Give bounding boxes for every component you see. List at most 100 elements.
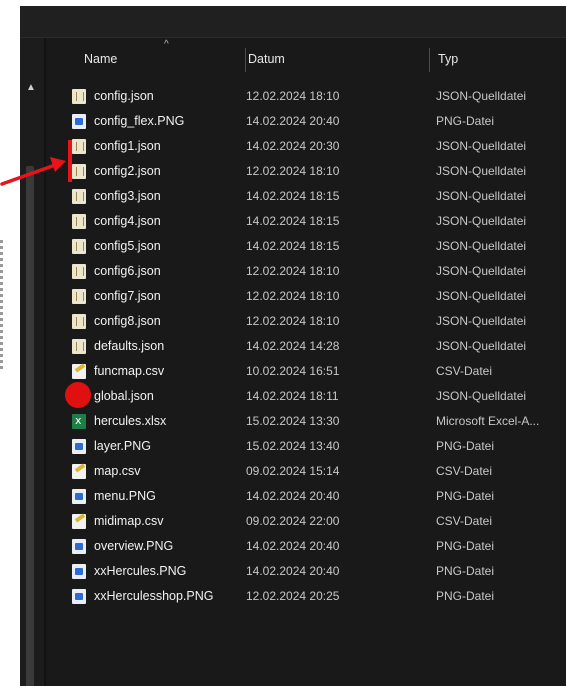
file-type: CSV-Datei — [436, 364, 493, 378]
png-file-icon — [72, 564, 86, 579]
file-row[interactable]: config.json 12.02.2024 18:10 JSON-Quelldat… — [46, 84, 566, 109]
dashed-border-fragment — [0, 240, 3, 370]
json-file-icon — [72, 314, 86, 329]
file-type: JSON-Quelldatei — [436, 214, 527, 228]
file-type: JSON-Quelldatei — [436, 389, 527, 403]
json-file-icon — [72, 189, 86, 204]
file-name: funcmap.csv — [94, 364, 165, 378]
file-date: 14.02.2024 18:11 — [246, 389, 339, 403]
title-bar — [20, 6, 566, 38]
file-type: JSON-Quelldatei — [436, 264, 527, 278]
file-name: config6.json — [94, 264, 161, 278]
file-row[interactable]: config4.json 14.02.2024 18:15 JSON-Quellda… — [46, 209, 566, 234]
file-name: layer.PNG — [94, 439, 151, 453]
excel-file-icon — [72, 414, 86, 429]
file-row[interactable]: config8.json 12.02.2024 18:10 JSON-Quellda… — [46, 309, 566, 334]
file-row[interactable]: config6.json 12.02.2024 18:10 JSON-Quellda… — [46, 259, 566, 284]
file-row[interactable]: layer.PNG 15.02.2024 13:40 PNG-Datei — [46, 434, 566, 459]
json-file-icon — [72, 239, 86, 254]
file-name: config5.json — [94, 239, 161, 253]
file-type: JSON-Quelldatei — [436, 314, 527, 328]
file-row[interactable]: xxHercules.PNG 14.02.2024 20:40 PNG-Datei — [46, 559, 566, 584]
png-file-icon — [72, 114, 86, 129]
file-date: 14.02.2024 20:40 — [246, 114, 340, 128]
json-file-icon — [72, 289, 86, 304]
file-date: 14.02.2024 14:28 — [246, 339, 340, 353]
navigation-pane[interactable]: ▲ — [20, 38, 44, 686]
file-name: overview.PNG — [94, 539, 174, 553]
file-type: PNG-Datei — [436, 489, 495, 503]
file-date: 12.02.2024 18:10 — [246, 89, 340, 103]
file-row[interactable]: config7.json 12.02.2024 18:10 JSON-Quellda… — [46, 284, 566, 309]
file-row[interactable]: midimap.csv 09.02.2024 22:00 CSV-Datei — [46, 509, 566, 534]
file-name: xxHerculesshop.PNG — [94, 589, 214, 603]
file-date: 14.02.2024 20:30 — [246, 139, 340, 153]
file-type: CSV-Datei — [436, 514, 493, 528]
png-file-icon — [72, 439, 86, 454]
file-date: 15.02.2024 13:40 — [246, 439, 340, 453]
file-type: JSON-Quelldatei — [436, 339, 527, 353]
file-row[interactable]: config3.json 14.02.2024 18:15 JSON-Quellda… — [46, 184, 566, 209]
file-date: 12.02.2024 18:10 — [246, 289, 340, 303]
file-date: 12.02.2024 18:10 — [246, 164, 340, 178]
file-date: 15.02.2024 13:30 — [246, 414, 340, 428]
file-name: map.csv — [94, 464, 141, 478]
file-row[interactable]: defaults.json 14.02.2024 14:28 JSON-Quelld… — [46, 334, 566, 359]
file-row[interactable]: hercules.xlsx 15.02.2024 13:30 Microsoft E… — [46, 409, 566, 434]
png-file-icon — [72, 589, 86, 604]
file-name: config3.json — [94, 189, 161, 203]
file-date: 10.02.2024 16:51 — [246, 364, 340, 378]
file-type: JSON-Quelldatei — [436, 189, 527, 203]
file-type: JSON-Quelldatei — [436, 239, 527, 253]
file-type: PNG-Datei — [436, 439, 495, 453]
file-type: JSON-Quelldatei — [436, 164, 527, 178]
json-file-icon — [72, 89, 86, 104]
file-row[interactable]: config_flex.PNG 14.02.2024 20:40 PNG-Datei — [46, 109, 566, 134]
json-file-icon — [72, 264, 86, 279]
file-type: Microsoft Excel-A... — [436, 414, 540, 428]
column-header-type[interactable]: Typ — [436, 42, 566, 76]
file-date: 14.02.2024 18:15 — [246, 239, 340, 253]
file-name: menu.PNG — [94, 489, 156, 503]
column-header-name[interactable]: Name ^ — [66, 39, 246, 76]
file-row[interactable]: funcmap.csv 10.02.2024 16:51 CSV-Datei — [46, 359, 566, 384]
file-date: 14.02.2024 18:15 — [246, 214, 340, 228]
file-row[interactable]: map.csv 09.02.2024 15:14 CSV-Datei — [46, 459, 566, 484]
file-explorer-window: ▲ Name ^ Datum Typ config.json 12.02.2024… — [20, 6, 566, 686]
column-header-date-label: Datum — [248, 52, 285, 66]
file-type: JSON-Quelldatei — [436, 289, 527, 303]
file-type: PNG-Datei — [436, 564, 495, 578]
file-name: config1.json — [94, 139, 161, 153]
json-file-icon — [72, 339, 86, 354]
file-date: 14.02.2024 20:40 — [246, 489, 340, 503]
annotation-marker-bar — [68, 140, 72, 182]
file-name: config4.json — [94, 214, 161, 228]
file-row[interactable]: xxHerculesshop.PNG 12.02.2024 20:25 PNG-Da… — [46, 584, 566, 609]
png-file-icon — [72, 539, 86, 554]
file-name: config2.json — [94, 164, 161, 178]
file-name: config.json — [94, 89, 154, 103]
file-row[interactable]: config2.json 12.02.2024 18:10 JSON-Quellda… — [46, 159, 566, 184]
file-row[interactable]: overview.PNG 14.02.2024 20:40 PNG-Datei — [46, 534, 566, 559]
column-header-date[interactable]: Datum — [246, 42, 436, 76]
file-row[interactable]: global.json 14.02.2024 18:11 JSON-Quelldat… — [46, 384, 566, 409]
column-header-type-label: Typ — [438, 52, 459, 66]
file-date: 12.02.2024 18:10 — [246, 314, 340, 328]
column-separator[interactable] — [429, 48, 430, 72]
csv-file-icon — [72, 464, 86, 479]
file-name: config_flex.PNG — [94, 114, 185, 128]
file-row[interactable]: menu.PNG 14.02.2024 20:40 PNG-Datei — [46, 484, 566, 509]
png-file-icon — [72, 489, 86, 504]
file-row[interactable]: config1.json 14.02.2024 20:30 JSON-Quellda… — [46, 134, 566, 159]
file-name: hercules.xlsx — [94, 414, 167, 428]
navigation-scrollbar[interactable] — [26, 166, 34, 686]
file-date: 12.02.2024 18:10 — [246, 264, 340, 278]
chevron-up-icon[interactable]: ▲ — [26, 82, 36, 93]
sort-ascending-icon: ^ — [164, 39, 169, 50]
file-date: 09.02.2024 15:14 — [246, 464, 340, 478]
file-name: xxHercules.PNG — [94, 564, 187, 578]
file-name: midimap.csv — [94, 514, 164, 528]
file-type: JSON-Quelldatei — [436, 89, 527, 103]
file-name: config8.json — [94, 314, 161, 328]
file-row[interactable]: config5.json 14.02.2024 18:15 JSON-Quellda… — [46, 234, 566, 259]
